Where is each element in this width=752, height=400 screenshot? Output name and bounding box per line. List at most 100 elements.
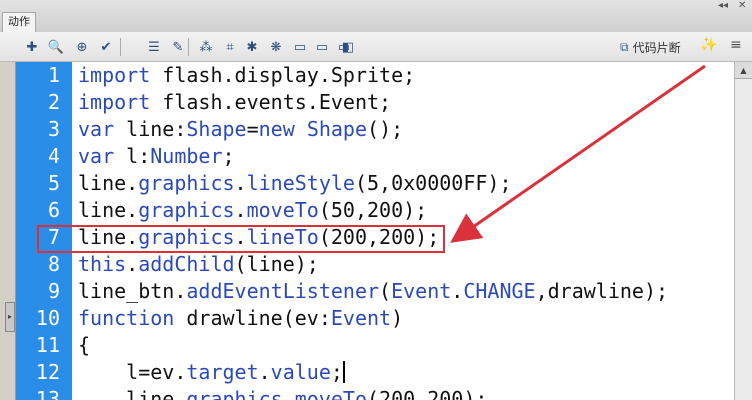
actions-panel-tab[interactable]: 动作 — [2, 12, 36, 32]
code-keyword: var — [78, 144, 115, 168]
code-keyword: this — [78, 252, 127, 276]
line-number: 10 — [35, 306, 60, 330]
code-line[interactable]: 8 this.addChild(line); — [16, 251, 734, 278]
close-panel-icon[interactable]: ✕ — [738, 0, 746, 12]
code-keyword: graphics — [138, 198, 235, 222]
line-number: 13 — [35, 387, 60, 400]
code-line[interactable]: 9 line_btn.addEventListener(Event.CHANGE,… — [16, 278, 734, 305]
code-keyword: Number — [150, 144, 223, 168]
code-keyword: Shape — [306, 117, 368, 141]
code-keyword: var — [78, 117, 115, 141]
code-text: line.graphics.lineStyle(5,0x0000FF); — [78, 170, 512, 197]
find-icon[interactable]: 🔍 — [46, 37, 66, 57]
code-token: (5,0x0000FF); — [354, 171, 512, 195]
show-hide-toolbox-icon[interactable]: ◧ — [338, 37, 358, 57]
code-token: line. — [78, 387, 187, 400]
code-line[interactable]: 10 function drawline(ev:Event) — [16, 305, 734, 332]
code-text: l=ev.target.value; — [78, 359, 345, 386]
code-token: ( — [379, 279, 392, 303]
scroll-up-button[interactable]: ▲ — [735, 62, 752, 79]
line-number: 8 — [47, 252, 60, 276]
code-keyword: CHANGE — [463, 279, 536, 303]
code-keyword: moveTo — [294, 387, 367, 400]
code-keyword: value — [270, 360, 331, 384]
toolbar-separator — [188, 38, 189, 56]
line-number: 6 — [47, 198, 60, 222]
expand-all-icon[interactable]: ❋ — [266, 37, 286, 57]
magic-wand-icon[interactable]: ✨ — [700, 37, 717, 53]
code-line[interactable]: 13 line.graphics.moveTo(200,200); — [16, 386, 734, 400]
code-token: { — [78, 333, 91, 357]
target-path-icon[interactable]: ⊕ — [72, 37, 92, 57]
line-number: 2 — [47, 90, 60, 114]
line-number: 4 — [47, 144, 60, 168]
code-line[interactable]: 5 line.graphics.lineStyle(5,0x0000FF); — [16, 170, 734, 197]
code-token: flash.events.Event; — [150, 90, 392, 114]
code-token: = — [246, 117, 259, 141]
code-snippets-icon: ⧉ — [620, 39, 629, 54]
code-token: line_btn. — [78, 279, 187, 303]
code-token: l: — [114, 144, 151, 168]
code-token: l=ev. — [78, 360, 187, 384]
code-keyword: moveTo — [246, 198, 319, 222]
code-text: import flash.events.Event; — [78, 89, 391, 116]
code-token: ,drawline); — [535, 279, 669, 303]
code-snippets-button[interactable]: ⧉ 代码片断 — [620, 37, 681, 57]
actions-toolbar: ✚ 🔍 ⊕ ✔ ☰ ✎ ⁂ ⌗ ✱ ❋ ▭ ▭ ▭ ◧ ⧉ 代码片断 ✨ ≡ — [0, 32, 752, 62]
line-number: 9 — [47, 279, 60, 303]
code-token: . — [234, 198, 247, 222]
code-keyword: new — [258, 117, 295, 141]
code-token: flash.display.Sprite; — [150, 63, 416, 87]
apply-line-comment-icon[interactable]: ▭ — [312, 37, 332, 57]
collapse-selection-icon[interactable]: ✱ — [242, 37, 262, 57]
code-token: . — [126, 252, 139, 276]
code-line[interactable]: 3 var line:Shape=new Shape(); — [16, 116, 734, 143]
collapse-panel-icon[interactable]: ◂◂ — [718, 0, 728, 12]
code-keyword: target — [186, 360, 259, 384]
code-token: drawline(ev: — [174, 306, 331, 330]
code-token: line: — [114, 117, 187, 141]
debug-options-icon[interactable]: ⁂ — [196, 37, 216, 57]
code-line[interactable]: 11 { — [16, 332, 734, 359]
left-frame: ▸ — [0, 62, 16, 400]
apply-block-comment-icon[interactable]: ▭ — [290, 37, 310, 57]
code-token: (200,200); — [367, 387, 488, 400]
code-text: var l:Number; — [78, 143, 235, 170]
code-token: line. — [78, 171, 139, 195]
code-keyword: graphics — [186, 387, 283, 400]
check-syntax-icon[interactable]: ✔ — [96, 37, 116, 57]
line-number: 3 — [47, 117, 60, 141]
code-line[interactable]: 12 l=ev.target.value; — [16, 359, 734, 386]
code-token: . — [451, 279, 464, 303]
code-keyword: import — [78, 90, 151, 114]
code-token: . — [282, 387, 295, 400]
line-number: 5 — [47, 171, 60, 195]
code-text: line.graphics.moveTo(50,200); — [78, 197, 427, 224]
code-line[interactable]: 2 import flash.events.Event; — [16, 89, 734, 116]
code-keyword: lineStyle — [246, 171, 355, 195]
line-number: 1 — [47, 63, 60, 87]
auto-format-icon[interactable]: ☰ — [144, 37, 164, 57]
panel-tab-strip: 动作 ◂◂ ✕ — [0, 0, 752, 32]
code-text: { — [78, 332, 90, 359]
code-keyword: graphics — [138, 171, 235, 195]
add-statement-icon[interactable]: ✚ — [22, 37, 42, 57]
expand-script-navigator-handle[interactable]: ▸ — [5, 302, 15, 332]
code-hint-icon[interactable]: ✎ — [168, 37, 188, 57]
code-line[interactable]: 6 line.graphics.moveTo(50,200); — [16, 197, 734, 224]
vertical-scrollbar[interactable]: ▲ — [734, 62, 752, 400]
code-token: (line); — [234, 252, 319, 276]
code-token: (50,200); — [318, 198, 428, 222]
code-keyword: Shape — [186, 117, 247, 141]
text-caret — [342, 361, 345, 383]
code-token: (); — [367, 117, 404, 141]
code-keyword: addChild — [138, 252, 235, 276]
code-line[interactable]: 4 var l:Number; — [16, 143, 734, 170]
code-text: line_btn.addEventListener(Event.CHANGE,d… — [78, 278, 668, 305]
highlight-box — [37, 225, 445, 253]
code-line[interactable]: 1 import flash.display.Sprite; — [16, 62, 734, 89]
collapse-between-braces-icon[interactable]: ⌗ — [220, 37, 240, 57]
panel-menu-icon[interactable]: ≡ — [730, 37, 742, 53]
code-token: line. — [78, 198, 139, 222]
toolbar-separator — [120, 38, 121, 56]
